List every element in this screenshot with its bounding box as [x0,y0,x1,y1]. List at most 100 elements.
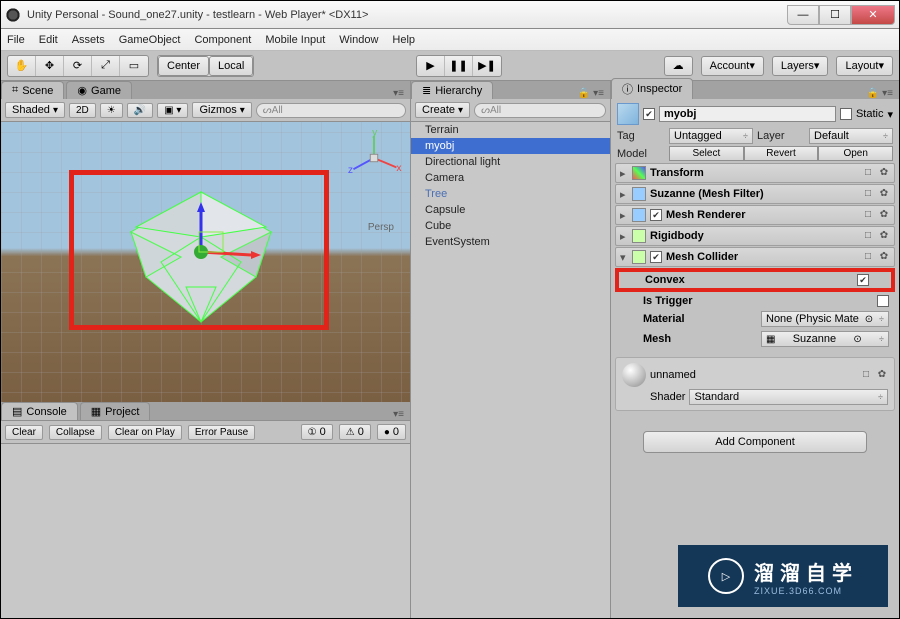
tab-game[interactable]: ◉Game [66,81,132,99]
help-icon[interactable]: □ [862,188,874,200]
console-error-count[interactable]: ● 0 [377,424,406,440]
hierarchy-toolbar: Create ▾ ᔕAll [411,99,610,122]
hierarchy-item-eventsystem[interactable]: EventSystem [411,234,610,250]
step-button[interactable]: ▶❚ [473,56,501,76]
console-collapse-toggle[interactable]: Collapse [49,425,102,440]
menu-mobile-input[interactable]: Mobile Input [265,34,325,46]
hierarchy-list[interactable]: Terrain myobj Directional light Camera T… [411,122,610,618]
scale-tool-button[interactable]: ⤢ [92,56,120,76]
layers-dropdown[interactable]: Layers ▾ [772,56,829,76]
tag-dropdown[interactable]: Untagged [669,128,753,144]
model-select-button[interactable]: Select [669,146,744,161]
help-icon[interactable]: □ [862,167,874,179]
console-panel-menu[interactable]: ▾≡ [152,409,410,420]
mesh-field[interactable]: ▦Suzanne⊙ [761,331,889,347]
scene-viewport[interactable]: y x z Persp [1,122,410,402]
physic-material-field[interactable]: None (Physic Mate⊙ [761,311,889,327]
layer-dropdown[interactable]: Default [809,128,893,144]
menu-help[interactable]: Help [392,34,415,46]
help-icon[interactable]: □ [860,369,872,381]
gameobject-icon[interactable] [617,103,639,125]
component-rigidbody[interactable]: ▸ Rigidbody □✿ [615,226,895,246]
menu-assets[interactable]: Assets [72,34,105,46]
pivot-center-button[interactable]: Center [158,56,209,76]
hierarchy-item-capsule[interactable]: Capsule [411,202,610,218]
model-open-button[interactable]: Open [818,146,893,161]
scene-search-input[interactable]: ᔕAll [256,103,406,118]
help-icon[interactable]: □ [862,251,874,263]
hierarchy-item-myobj[interactable]: myobj [411,138,610,154]
gameobject-name-input[interactable] [659,106,836,122]
console-body[interactable] [1,444,410,618]
console-clear-button[interactable]: Clear [5,425,43,440]
component-mesh-renderer[interactable]: ▸ Mesh Renderer □✿ [615,205,895,225]
gameobject-active-checkbox[interactable] [643,108,655,120]
help-icon[interactable]: □ [862,230,874,242]
hierarchy-item-terrain[interactable]: Terrain [411,122,610,138]
menu-edit[interactable]: Edit [39,34,58,46]
window-close-button[interactable]: ✕ [851,5,895,25]
scene-fx-toggle[interactable]: ▣ ▾ [157,103,188,118]
hierarchy-search-input[interactable]: ᔕAll [474,103,606,118]
hierarchy-lock-icon[interactable]: 🔒 ▾≡ [495,88,610,99]
gear-icon[interactable]: ✿ [878,209,890,221]
add-component-button[interactable]: Add Component [643,431,867,453]
window-minimize-button[interactable]: — [787,5,819,25]
watermark-play-icon: ▷ [708,558,744,594]
cloud-button[interactable]: ☁ [664,56,693,76]
scene-lighting-toggle[interactable]: ☀ [100,103,123,118]
mesh-collider-checkbox[interactable] [650,251,662,263]
window-maximize-button[interactable]: ☐ [819,5,851,25]
move-tool-button[interactable]: ✥ [36,56,64,76]
play-button[interactable]: ▶ [417,56,445,76]
pause-button[interactable]: ❚❚ [445,56,473,76]
account-dropdown[interactable]: Account ▾ [701,56,764,76]
component-mesh-collider[interactable]: ▾ Mesh Collider □✿ [615,247,895,267]
gear-icon[interactable]: ✿ [876,369,888,381]
scene-audio-toggle[interactable]: 🔊 [127,103,153,118]
tab-hierarchy[interactable]: ≣Hierarchy [411,81,493,99]
is-trigger-checkbox[interactable] [877,295,889,307]
console-warning-count[interactable]: ⚠ 0 [339,424,371,440]
rect-tool-button[interactable]: ▭ [120,56,148,76]
hierarchy-item-camera[interactable]: Camera [411,170,610,186]
pivot-local-button[interactable]: Local [209,56,253,76]
hand-tool-button[interactable]: ✋ [8,56,36,76]
menu-gameobject[interactable]: GameObject [119,34,181,46]
menu-window[interactable]: Window [339,34,378,46]
tab-inspector[interactable]: ⓘInspector [611,78,693,99]
scene-panel-menu[interactable]: ▾≡ [134,88,410,99]
tab-console[interactable]: ▤Console [1,402,78,420]
gear-icon[interactable]: ✿ [878,188,890,200]
console-clear-on-play-toggle[interactable]: Clear on Play [108,425,182,440]
component-mesh-filter[interactable]: ▸ Suzanne (Mesh Filter) □✿ [615,184,895,204]
help-icon[interactable]: □ [862,209,874,221]
tab-project[interactable]: ▦Project [80,402,151,420]
gear-icon[interactable]: ✿ [878,251,890,263]
hierarchy-item-cube[interactable]: Cube [411,218,610,234]
gear-icon[interactable]: ✿ [878,167,890,179]
shading-dropdown[interactable]: Shaded ▾ [5,102,65,118]
static-checkbox[interactable] [840,108,852,120]
rotate-tool-button[interactable]: ⟳ [64,56,92,76]
menu-component[interactable]: Component [194,34,251,46]
console-info-count[interactable]: ① 0 [301,424,333,440]
component-transform[interactable]: ▸ Transform □✿ [615,163,895,183]
hierarchy-item-directional-light[interactable]: Directional light [411,154,610,170]
layout-dropdown[interactable]: Layout ▾ [836,56,893,76]
menu-file[interactable]: File [7,34,25,46]
hierarchy-item-tree[interactable]: Tree [411,186,610,202]
mode-2d-toggle[interactable]: 2D [69,103,96,118]
tab-scene[interactable]: ⌗Scene [1,81,64,99]
watermark-text: 溜溜自学 [754,557,858,586]
model-revert-button[interactable]: Revert [744,146,819,161]
gear-icon[interactable]: ✿ [878,230,890,242]
inspector-lock-icon[interactable]: 🔒 ▾≡ [695,88,899,99]
hierarchy-create-dropdown[interactable]: Create ▾ [415,102,470,118]
console-error-pause-toggle[interactable]: Error Pause [188,425,255,440]
gizmos-dropdown[interactable]: Gizmos ▾ [192,102,251,118]
mesh-renderer-checkbox[interactable] [650,209,662,221]
shader-dropdown[interactable]: Standard [689,389,888,405]
orientation-gizmo[interactable]: y x z [346,130,402,186]
convex-checkbox[interactable] [857,274,869,286]
